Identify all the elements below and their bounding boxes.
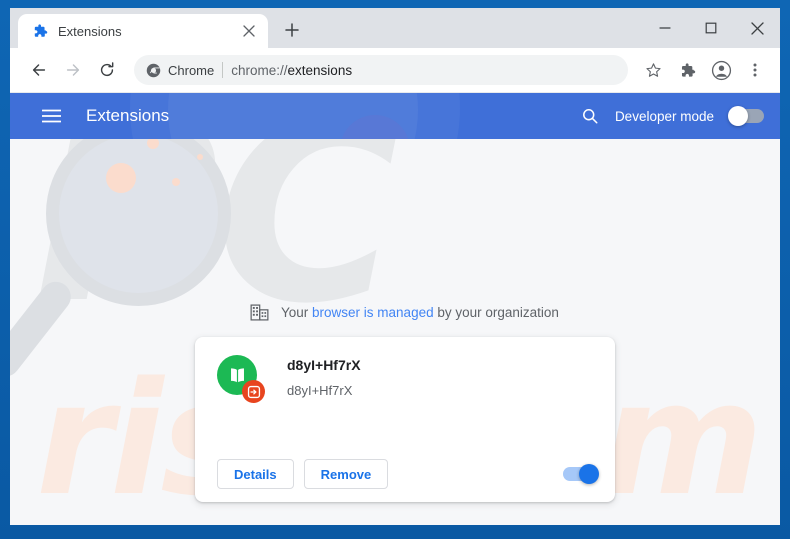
extension-enabled-toggle[interactable] [563,464,599,484]
page-title: Extensions [86,106,170,125]
close-icon [243,25,255,37]
extension-enabled-toggle-wrap [563,464,599,484]
extensions-page-body: PC risk.com Your browser [10,139,780,525]
decor-dot [172,178,180,186]
reload-icon [100,62,114,77]
browser-toolbar: Chrome chrome://extensions [10,48,780,93]
hamburger-menu-icon [41,109,61,123]
chrome-logo-icon [146,63,161,77]
office-building-icon [250,304,269,321]
decor-dot [147,139,159,149]
minimize-icon [659,27,671,29]
omnibox-url-scheme: chrome:// [231,62,288,78]
close-button[interactable] [734,8,780,48]
extension-description: d8yI+Hf7rX [287,383,353,398]
profile-avatar-icon [711,60,731,80]
hamburger-menu-button[interactable] [38,103,64,129]
extension-name: d8yI+Hf7rX [287,357,361,373]
forward-button[interactable] [58,55,88,85]
tab-strip: Extensions [10,8,780,48]
forward-arrow-icon [66,64,80,76]
toggle-knob [579,464,599,484]
profile-button[interactable] [706,55,736,85]
managed-banner-text: Your browser is managed by your organiza… [281,305,559,320]
tab-close-button[interactable] [240,22,258,40]
back-button[interactable] [24,55,54,85]
decor-dot [106,163,136,193]
plus-icon [285,23,299,37]
tab-title: Extensions [58,23,122,39]
magnifier-lens-shape [46,139,231,306]
three-dot-menu-icon [753,63,757,77]
install-arrow-icon [242,380,265,403]
arrow-into-box-icon [247,385,260,398]
puzzle-piece-icon [34,24,48,37]
toggle-knob [728,106,748,126]
minimize-button[interactable] [642,8,688,48]
maximize-button[interactable] [688,8,734,48]
developer-mode-label: Developer mode [614,108,714,124]
omnibox-chip-label: Chrome [168,62,215,78]
extensions-header: Extensions Developer mode [10,93,780,139]
extension-icon [217,355,265,403]
details-button[interactable]: Details [217,459,294,489]
screenshot-frame: Extensions Chrome chrome://extensions Ex… [0,0,790,539]
omnibox-url-path: extensions [287,62,353,78]
browser-tab[interactable]: Extensions [18,14,268,48]
omnibox-separator [222,62,224,78]
decor-dot [197,154,203,160]
magnifier-handle-shape [10,275,77,383]
close-icon [750,21,764,35]
puzzle-piece-icon [681,62,695,77]
window-controls [642,8,780,48]
managed-banner-link[interactable]: browser is managed [312,305,434,320]
managed-text-after: by your organization [433,305,559,320]
extension-text-block: d8yI+Hf7rX d8yI+Hf7rX [287,355,361,403]
header-actions: Developer mode [581,106,764,126]
new-tab-button[interactable] [278,16,306,44]
developer-mode-toggle[interactable] [728,106,764,126]
extension-card-header: d8yI+Hf7rX d8yI+Hf7rX [195,337,615,403]
address-bar[interactable]: Chrome chrome://extensions [134,55,628,85]
search-button[interactable] [581,107,599,125]
omnibox-url: chrome://extensions [231,63,616,78]
reload-button[interactable] [92,55,122,85]
extension-card: d8yI+Hf7rX d8yI+Hf7rX Details Remove [195,337,615,502]
star-icon [645,62,661,77]
maximize-icon [705,22,717,34]
browser-menu-button[interactable] [740,55,770,85]
managed-browser-banner: Your browser is managed by your organiza… [250,303,559,322]
back-arrow-icon [32,64,46,76]
bookmark-button[interactable] [638,55,668,85]
managed-text-before: Your [281,305,313,320]
search-icon [582,109,598,124]
browser-window: Extensions Chrome chrome://extensions Ex… [10,8,780,525]
omnibox-chip: Chrome [146,63,214,78]
extensions-button[interactable] [672,55,702,85]
remove-button[interactable]: Remove [303,459,389,489]
book-glyph-icon [230,367,244,382]
extension-card-actions: Details Remove [195,446,615,502]
